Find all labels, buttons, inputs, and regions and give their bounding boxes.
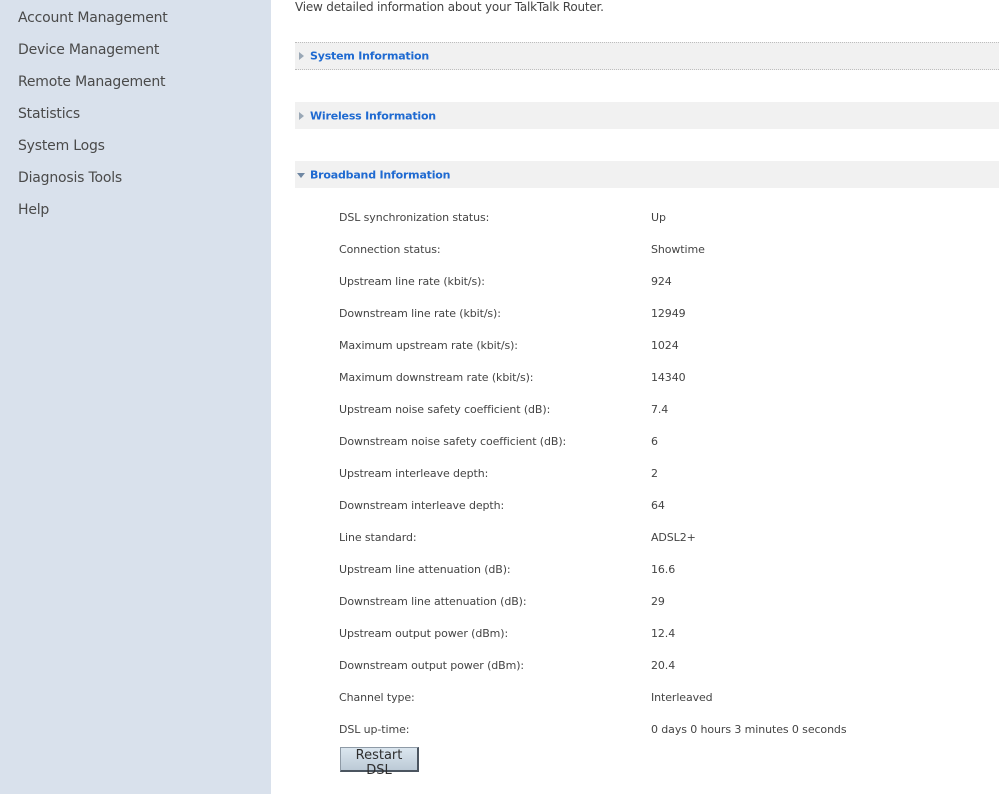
info-row-max-downstream-rate: Maximum downstream rate (kbit/s): 14340: [271, 371, 999, 391]
info-label: Upstream noise safety coefficient (dB):: [339, 403, 551, 416]
info-row-downstream-output-power: Downstream output power (dBm): 20.4: [271, 659, 999, 679]
info-row-downstream-interleave-depth: Downstream interleave depth: 64: [271, 499, 999, 519]
info-value: 16.6: [651, 563, 676, 576]
info-row-max-upstream-rate: Maximum upstream rate (kbit/s): 1024: [271, 339, 999, 359]
info-row-upstream-output-power: Upstream output power (dBm): 12.4: [271, 627, 999, 647]
info-label: Maximum upstream rate (kbit/s):: [339, 339, 518, 352]
info-value: 14340: [651, 371, 686, 384]
section-header-broadband-information[interactable]: Broadband Information: [295, 161, 999, 188]
info-value: 6: [651, 435, 658, 448]
info-row-connection-status: Connection status: Showtime: [271, 243, 999, 263]
info-value: Interleaved: [651, 691, 713, 704]
info-label: DSL synchronization status:: [339, 211, 490, 224]
info-row-dsl-uptime: DSL up-time: 0 days 0 hours 3 minutes 0 …: [271, 723, 999, 743]
expand-arrow-icon: [299, 52, 304, 60]
page-description: View detailed information about your Tal…: [295, 0, 604, 14]
info-value: ADSL2+: [651, 531, 696, 544]
expand-arrow-icon: [299, 111, 304, 120]
info-label: Maximum downstream rate (kbit/s):: [339, 371, 534, 384]
info-label: Channel type:: [339, 691, 415, 704]
sidebar-item-device-management[interactable]: Device Management: [18, 42, 159, 58]
info-label: Downstream noise safety coefficient (dB)…: [339, 435, 567, 448]
section-header-system-information[interactable]: System Information: [295, 42, 999, 70]
info-label: Downstream line attenuation (dB):: [339, 595, 527, 608]
restart-dsl-button[interactable]: Restart DSL: [340, 747, 419, 778]
section-header-wireless-information[interactable]: Wireless Information: [295, 102, 999, 129]
section-title-system-information: System Information: [310, 49, 430, 63]
info-value: 7.4: [651, 403, 669, 416]
sidebar-item-system-logs[interactable]: System Logs: [18, 138, 105, 154]
info-row-upstream-noise-safety: Upstream noise safety coefficient (dB): …: [271, 403, 999, 423]
section-title-wireless-information: Wireless Information: [310, 109, 436, 122]
info-row-line-standard: Line standard: ADSL2+: [271, 531, 999, 551]
info-value: 0 days 0 hours 3 minutes 0 seconds: [651, 723, 847, 736]
info-label: Downstream output power (dBm):: [339, 659, 525, 672]
info-row-downstream-line-rate: Downstream line rate (kbit/s): 12949: [271, 307, 999, 327]
info-value: 924: [651, 275, 672, 288]
info-label: Connection status:: [339, 243, 441, 256]
info-row-downstream-noise-safety: Downstream noise safety coefficient (dB)…: [271, 435, 999, 455]
sidebar-item-diagnosis-tools[interactable]: Diagnosis Tools: [18, 170, 122, 186]
info-label: DSL up-time:: [339, 723, 410, 736]
info-value: Up: [651, 211, 666, 224]
info-label: Upstream line attenuation (dB):: [339, 563, 511, 576]
info-label: Upstream interleave depth:: [339, 467, 489, 480]
sidebar-nav: Account Management Device Management Rem…: [0, 0, 271, 794]
info-label: Downstream interleave depth:: [339, 499, 505, 512]
sidebar-item-account-management[interactable]: Account Management: [18, 10, 168, 26]
info-label: Line standard:: [339, 531, 417, 544]
info-row-downstream-line-attenuation: Downstream line attenuation (dB): 29: [271, 595, 999, 615]
info-value: 12.4: [651, 627, 676, 640]
info-value: 2: [651, 467, 658, 480]
info-value: 12949: [651, 307, 686, 320]
section-title-broadband-information: Broadband Information: [310, 168, 451, 181]
info-value: 29: [651, 595, 665, 608]
info-label: Downstream line rate (kbit/s):: [339, 307, 501, 320]
sidebar-item-statistics[interactable]: Statistics: [18, 106, 80, 122]
info-value: 64: [651, 499, 665, 512]
info-label: Upstream line rate (kbit/s):: [339, 275, 485, 288]
info-row-channel-type: Channel type: Interleaved: [271, 691, 999, 711]
info-row-upstream-line-attenuation: Upstream line attenuation (dB): 16.6: [271, 563, 999, 583]
info-value: 20.4: [651, 659, 676, 672]
main-content: View detailed information about your Tal…: [271, 0, 999, 794]
info-row-upstream-line-rate: Upstream line rate (kbit/s): 924: [271, 275, 999, 295]
sidebar-item-remote-management[interactable]: Remote Management: [18, 74, 165, 90]
info-row-dsl-sync-status: DSL synchronization status: Up: [271, 211, 999, 231]
info-row-upstream-interleave-depth: Upstream interleave depth: 2: [271, 467, 999, 487]
info-label: Upstream output power (dBm):: [339, 627, 509, 640]
info-value: Showtime: [651, 243, 705, 256]
collapse-arrow-icon: [297, 172, 305, 178]
info-value: 1024: [651, 339, 679, 352]
sidebar-item-help[interactable]: Help: [18, 202, 49, 218]
